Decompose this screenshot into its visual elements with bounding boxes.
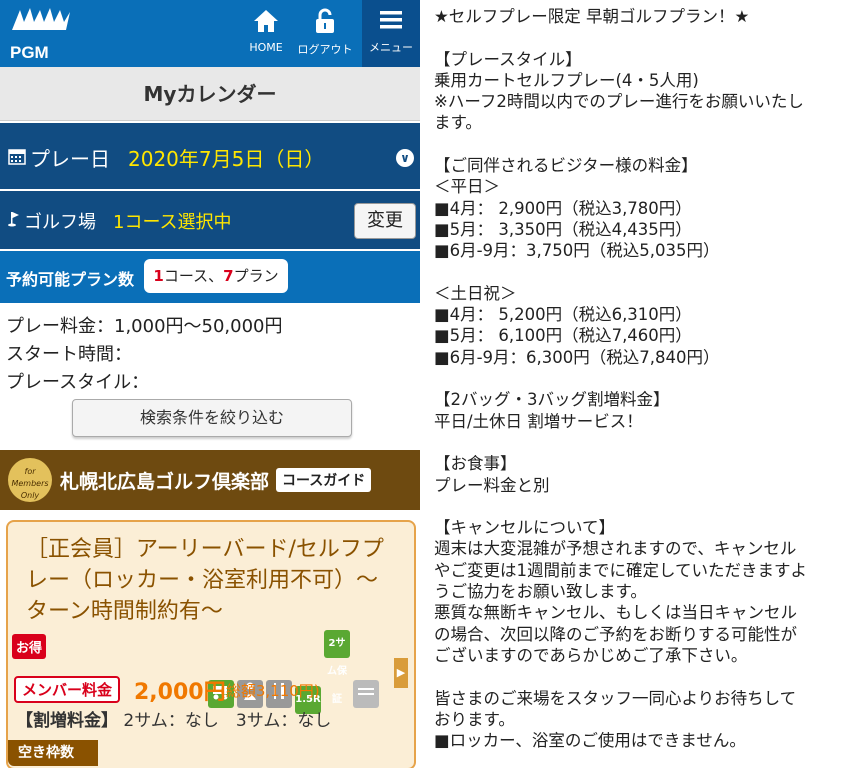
chevron-down-icon[interactable]: ∨	[396, 149, 414, 167]
app-header: PGM HOME ログアウト メニュー	[0, 0, 420, 67]
chevron-right-icon[interactable]: ▶	[394, 658, 408, 688]
course-guide-button[interactable]: コースガイド	[276, 468, 372, 492]
available-slots-label: 空き枠数	[8, 740, 98, 766]
plan-title[interactable]: ［正会員］アーリーバード/セルフプレー（ロッカー・浴室利用不可）〜ターン時間制約…	[26, 534, 394, 627]
plan-details-panel: ★セルフプレー限定 早朝ゴルフプラン！★ 【プレースタイル】 乗用カートセルフプレ…	[420, 0, 846, 768]
detail-line	[434, 368, 838, 389]
detail-line: やご変更は1週間前までに確定していただきますよ	[434, 560, 808, 580]
detail-line: おります。	[434, 709, 515, 729]
detail-line: ■6月-9月：3,750円（税込5,035円）	[434, 241, 720, 261]
detail-line	[434, 432, 838, 453]
tee-icon	[353, 680, 379, 708]
detail-line	[434, 27, 838, 48]
home-label: HOME	[249, 41, 283, 54]
detail-line: うご協力をお願い致します。	[434, 582, 647, 602]
detail-line: 週末は大変混雑が予想されますので、キャンセル	[434, 539, 797, 559]
narrow-search-button[interactable]: 検索条件を絞り込む	[72, 399, 352, 437]
golf-course-row: ゴルフ場 1コース選択中 変更	[0, 191, 420, 249]
play-style-condition: プレースタイル：	[6, 372, 150, 393]
surcharge-label: 【割増料金】	[16, 711, 118, 731]
detail-line: ※ハーフ2時間以内でのプレー進行をお願いいたし	[434, 92, 804, 112]
deal-badge: お得	[12, 634, 47, 659]
detail-line: ■5月： 6,100円（税込7,460円）	[434, 326, 692, 346]
detail-line: ★セルフプレー限定 早朝ゴルフプラン！★	[434, 7, 750, 26]
detail-line: の場合、次回以降のご予約をお断りする可能性が	[434, 624, 797, 644]
detail-line: 【2バッグ・3バッグ割増料金】	[434, 390, 670, 410]
detail-line: 【お食事】	[434, 454, 517, 474]
fee-condition: プレー料金：1,000円〜50,000円	[6, 316, 283, 337]
plan-card[interactable]: ［正会員］アーリーバード/セルフプレー（ロッカー・浴室利用不可）〜ターン時間制約…	[6, 520, 416, 768]
detail-line: 悪質な無断キャンセル、もしくは当日キャンセル	[434, 603, 797, 623]
plans-suffix: プラン	[233, 267, 279, 285]
detail-line: 【プレースタイル】	[434, 49, 582, 69]
member-price-label: メンバー料金	[14, 676, 121, 703]
start-time-condition: スタート時間：	[6, 344, 132, 365]
detail-line	[434, 134, 838, 155]
plan-total: (総額3,110円)	[220, 682, 320, 700]
detail-line: ■5月： 3,350円（税込4,435円）	[434, 219, 692, 239]
unlock-icon	[296, 8, 354, 41]
search-conditions: プレー料金：1,000円〜50,000円 スタート時間： プレースタイル：	[0, 303, 420, 397]
detail-line: 平日/土休日 割増サービス！	[434, 411, 643, 431]
detail-line	[434, 666, 838, 687]
logout-label: ログアウト	[297, 43, 353, 56]
plan-price: 2,000円	[134, 680, 226, 705]
page-title: Myカレンダー	[0, 67, 420, 121]
hamburger-icon	[362, 8, 420, 39]
menu-label: メニュー	[369, 41, 413, 54]
available-plans-row: 予約可能プラン数 1コース、7プラン	[0, 251, 420, 303]
pgm-logo[interactable]: PGM	[10, 6, 80, 62]
detail-line: ■4月： 2,900円（税込3,780円）	[434, 198, 692, 218]
plan-details-text: ★セルフプレー限定 早朝ゴルフプラン！★ 【プレースタイル】 乗用カートセルフプレ…	[434, 6, 838, 751]
menu-button[interactable]: メニュー	[362, 0, 420, 67]
logo-mark-icon	[10, 6, 80, 39]
golf-course-label: ゴルフ場	[24, 212, 96, 233]
home-icon	[246, 8, 286, 41]
members-only-badge: for Members Only	[8, 458, 52, 502]
club-header: for Members Only 札幌北広島ゴルフ倶楽部 コースガイド	[0, 450, 420, 510]
logout-button[interactable]: ログアウト	[296, 8, 354, 57]
golf-flag-icon	[7, 211, 21, 231]
surcharge-row: 【割増料金】 2サム：なし 3サム：なし	[16, 706, 331, 731]
detail-line: 【ご同伴されるビジター様の料金】	[434, 156, 698, 176]
detail-line: 【キャンセルについて】	[434, 518, 616, 538]
available-plans-label: 予約可能プラン数	[6, 270, 135, 289]
home-button[interactable]: HOME	[246, 8, 286, 54]
detail-line	[434, 496, 838, 517]
play-day-label: プレー日	[30, 147, 110, 171]
courses-suffix: コース、	[163, 267, 224, 285]
play-day-value: 2020年7月5日（日）	[128, 147, 325, 171]
detail-line: ます。	[434, 113, 482, 133]
detail-line: 皆さまのご来場をスタッフ一同心よりお待ちして	[434, 688, 797, 708]
change-button[interactable]: 変更	[354, 203, 416, 239]
golf-course-selection: 1コース選択中	[113, 212, 232, 233]
detail-line	[434, 262, 838, 283]
detail-line: プレー料金と別	[434, 475, 550, 495]
available-plans-count: 1コース、7プラン	[144, 259, 288, 293]
detail-line: ■6月-9月：6,300円（税込7,840円）	[434, 347, 720, 367]
detail-line: ■4月： 5,200円（税込6,310円）	[434, 305, 692, 325]
detail-line: ございますのであらかじめご了承下さい。	[434, 645, 748, 665]
plan-feature-icons: 1.5R2サム保証	[208, 630, 382, 714]
club-name: 札幌北広島ゴルフ倶楽部	[60, 471, 270, 493]
detail-line: ＜平日＞	[434, 177, 500, 197]
detail-line: 乗用カートセルフプレー(4・5人用)	[434, 70, 699, 90]
detail-line: ■ロッカー、浴室のご使用はできません。	[434, 731, 746, 751]
courses-count: 1	[153, 267, 164, 285]
play-day-selector[interactable]: プレー日 2020年7月5日（日） ∨	[0, 123, 420, 189]
detail-line: ＜土日祝＞	[434, 283, 517, 303]
mobile-app-panel: PGM HOME ログアウト メニュー Myカレンダー プレー日 2020年7月…	[0, 0, 420, 768]
logo-text: PGM	[10, 43, 49, 62]
two-some-guarantee-icon: 2サム保証	[324, 630, 350, 705]
surcharge-value: 2サム：なし 3サム：なし	[123, 711, 332, 731]
plans-count: 7	[223, 267, 234, 285]
calendar-icon	[8, 147, 26, 170]
